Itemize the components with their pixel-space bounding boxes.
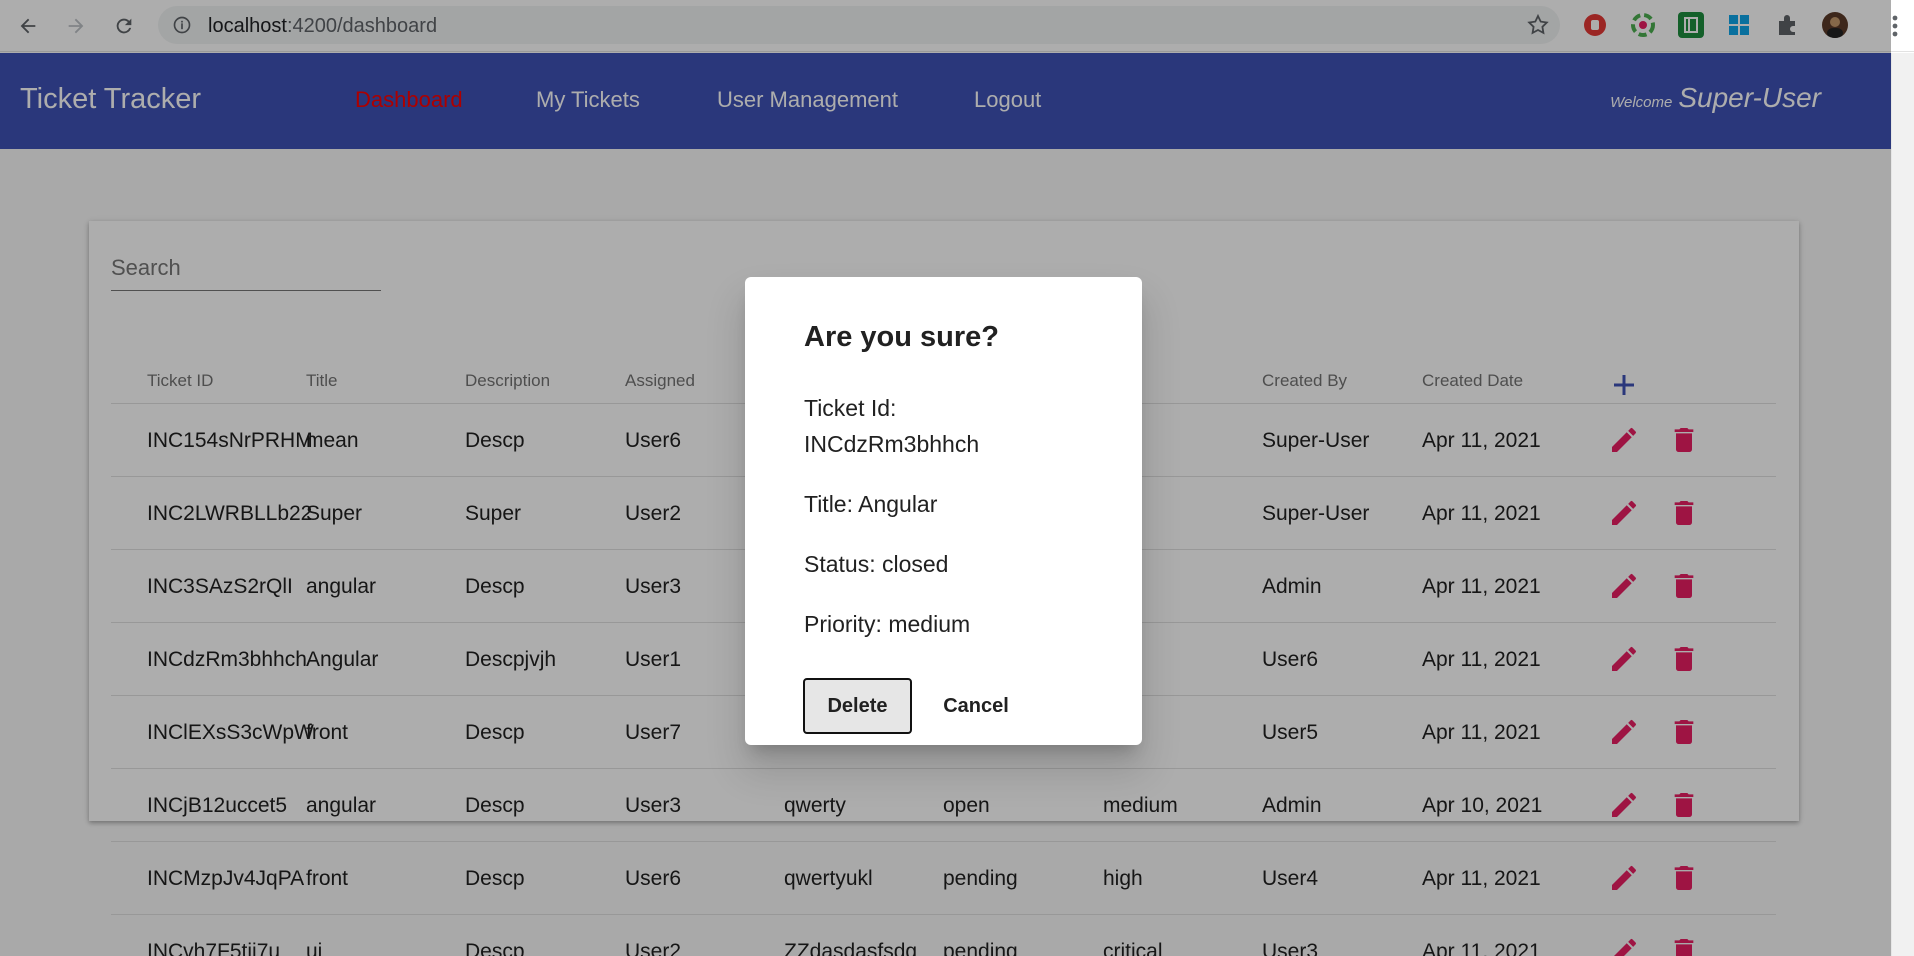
confirm-delete-dialog: Are you sure? Ticket Id: INCdzRm3bhhch T…	[745, 277, 1142, 745]
dialog-status-line: Status: closed	[804, 551, 949, 577]
dialog-title: Are you sure?	[804, 321, 999, 353]
dialog-priority-line: Priority: medium	[804, 611, 971, 637]
dialog-ticket-id-label: Ticket Id:	[804, 395, 897, 421]
cancel-button[interactable]: Cancel	[923, 678, 1029, 734]
page-scrollbar[interactable]	[1891, 53, 1914, 956]
delete-button[interactable]: Delete	[803, 678, 912, 734]
dialog-title-line: Title: Angular	[804, 491, 938, 517]
dialog-ticket-id-value: INCdzRm3bhhch	[804, 431, 980, 457]
